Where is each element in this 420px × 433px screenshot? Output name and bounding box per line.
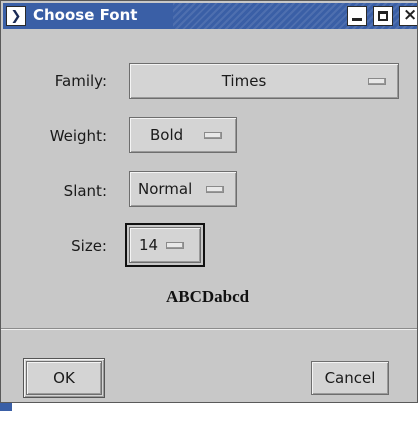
- font-preview-sample: ABCDabcd: [166, 287, 250, 306]
- cancel-button[interactable]: Cancel: [311, 361, 389, 395]
- ok-button[interactable]: OK: [23, 358, 105, 398]
- slant-option-menu[interactable]: Normal: [129, 171, 237, 207]
- weight-label: Weight:: [49, 127, 107, 145]
- size-label: Size:: [71, 237, 107, 255]
- minimize-icon[interactable]: [347, 6, 367, 26]
- option-menu-indicator-icon: [204, 132, 222, 139]
- option-menu-indicator-icon: [368, 78, 386, 85]
- choose-font-dialog: ❯ Choose Font × Family: Times Weight: Bo…: [0, 0, 418, 403]
- family-label: Family:: [54, 72, 107, 90]
- window-menu-icon[interactable]: ❯: [6, 6, 26, 26]
- slant-value: Normal: [138, 180, 193, 198]
- ok-button-face[interactable]: OK: [26, 361, 102, 395]
- cancel-button-label: Cancel: [324, 369, 376, 387]
- maximize-icon[interactable]: [373, 6, 393, 26]
- window-title: Choose Font: [33, 6, 138, 24]
- family-value: Times: [221, 72, 267, 90]
- option-menu-indicator-icon: [166, 242, 184, 249]
- option-menu-indicator-icon: [206, 186, 224, 193]
- separator: [1, 328, 417, 330]
- slant-label: Slant:: [63, 182, 107, 200]
- size-option-menu[interactable]: 14: [129, 227, 201, 263]
- ok-button-label: OK: [53, 369, 75, 387]
- weight-value: Bold: [150, 126, 184, 144]
- close-icon[interactable]: ×: [399, 5, 417, 26]
- size-value: 14: [139, 236, 159, 254]
- weight-option-menu[interactable]: Bold: [129, 117, 237, 153]
- family-option-menu[interactable]: Times: [129, 63, 399, 99]
- size-option-menu-focus-ring[interactable]: 14: [125, 223, 205, 267]
- title-bar[interactable]: ❯ Choose Font ×: [3, 3, 417, 29]
- window-border-accent: [0, 403, 12, 411]
